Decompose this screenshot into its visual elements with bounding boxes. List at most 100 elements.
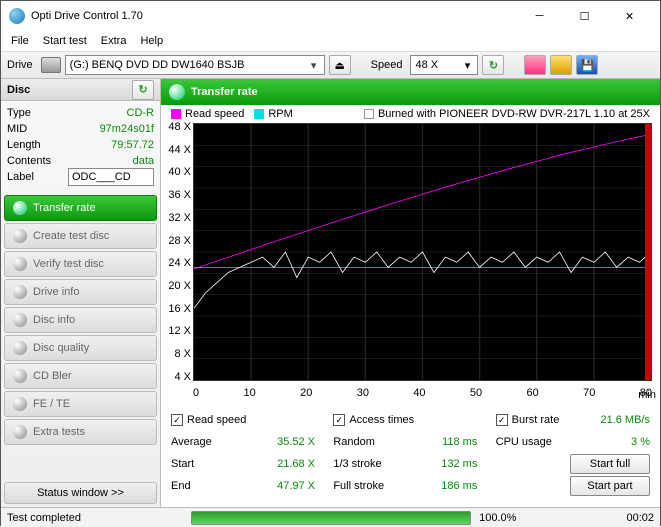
nav-fe-te[interactable]: FE / TE xyxy=(4,391,157,417)
access-times-checkbox[interactable]: ✓ xyxy=(333,414,345,426)
cpu-value: 3 % xyxy=(586,436,650,448)
random-label: Random xyxy=(333,436,413,448)
transfer-rate-chart xyxy=(193,123,652,381)
nav-disc-quality[interactable]: Disc quality xyxy=(4,335,157,361)
x-tick: 0 xyxy=(193,387,199,399)
nav-bullet-icon xyxy=(13,313,27,327)
burst-rate-chk-label: Burst rate xyxy=(512,414,560,426)
nav-item-label: FE / TE xyxy=(33,398,70,410)
menu-file[interactable]: File xyxy=(11,35,29,47)
disc-length-value: 79:57.72 xyxy=(111,139,154,151)
nav-transfer-rate[interactable]: Transfer rate xyxy=(4,195,157,221)
start-full-button[interactable]: Start full xyxy=(570,454,650,474)
speed-select[interactable]: 48 X ▾ xyxy=(410,55,478,75)
full-stroke-label: Full stroke xyxy=(333,480,413,492)
menu-start-test[interactable]: Start test xyxy=(43,35,87,47)
window-title: Opti Drive Control 1.70 xyxy=(31,10,517,22)
y-tick: 36 X xyxy=(165,189,191,201)
y-tick: 44 X xyxy=(165,144,191,156)
refresh-speed-button[interactable]: ↻ xyxy=(482,55,504,75)
maximize-button[interactable]: ☐ xyxy=(562,2,607,30)
drive-icon xyxy=(41,57,61,73)
average-label: Average xyxy=(171,436,251,448)
average-value: 35.52 X xyxy=(251,436,315,448)
nav-bullet-icon xyxy=(13,229,27,243)
legend-burned-swatch xyxy=(364,109,374,119)
nav-item-label: Verify test disc xyxy=(33,258,104,270)
nav-bullet-icon xyxy=(13,425,27,439)
elapsed-time: 00:02 xyxy=(626,512,654,524)
nav-item-label: CD Bler xyxy=(33,370,72,382)
nav-create-test-disc[interactable]: Create test disc xyxy=(4,223,157,249)
y-tick: 4 X xyxy=(165,371,191,383)
nav-verify-test-disc[interactable]: Verify test disc xyxy=(4,251,157,277)
full-stroke-value: 186 ms xyxy=(413,480,477,492)
nav-bullet-icon xyxy=(13,369,27,383)
speed-label: Speed xyxy=(371,59,403,71)
disc-type-label: Type xyxy=(7,107,31,119)
nav-disc-info[interactable]: Disc info xyxy=(4,307,157,333)
legend-rpm: RPM xyxy=(268,108,292,120)
x-tick: 50 xyxy=(470,387,482,399)
x-tick: 60 xyxy=(527,387,539,399)
end-value: 47.97 X xyxy=(251,480,315,492)
disc-label-input[interactable] xyxy=(68,168,154,186)
legend-burned: Burned with PIONEER DVD-RW DVR-217L 1.10… xyxy=(378,108,650,120)
start-label: Start xyxy=(171,458,251,470)
drive-value: (G:) BENQ DVD DD DW1640 BSJB xyxy=(70,59,245,71)
status-window-label: Status window >> xyxy=(37,487,124,499)
panel-icon xyxy=(169,84,185,100)
panel-title: Transfer rate xyxy=(191,86,258,98)
x-tick: 70 xyxy=(583,387,595,399)
disc-mid-label: MID xyxy=(7,123,27,135)
nav-item-label: Transfer rate xyxy=(33,202,96,214)
menu-extra[interactable]: Extra xyxy=(101,35,127,47)
third-stroke-label: 1/3 stroke xyxy=(333,458,413,470)
y-tick: 28 X xyxy=(165,235,191,247)
drive-label: Drive xyxy=(7,59,33,71)
nav-drive-info[interactable]: Drive info xyxy=(4,279,157,305)
nav-extra-tests[interactable]: Extra tests xyxy=(4,419,157,445)
y-tick: 8 X xyxy=(165,348,191,360)
close-button[interactable]: ✕ xyxy=(607,2,652,30)
minimize-button[interactable]: ─ xyxy=(517,2,562,30)
menu-help[interactable]: Help xyxy=(140,35,163,47)
legend-rpm-swatch xyxy=(254,109,264,119)
disc-mid-value: 97m24s01f xyxy=(100,123,154,135)
nav-bullet-icon xyxy=(13,257,27,271)
nav-item-label: Extra tests xyxy=(33,426,85,438)
start-part-button[interactable]: Start part xyxy=(570,476,650,496)
nav-bullet-icon xyxy=(13,285,27,299)
save-button[interactable]: 💾 xyxy=(576,55,598,75)
x-tick: 20 xyxy=(300,387,312,399)
burst-rate-value: 21.6 MB/s xyxy=(586,414,650,426)
nav-cd-bler[interactable]: CD Bler xyxy=(4,363,157,389)
options-button[interactable] xyxy=(550,55,572,75)
y-tick: 40 X xyxy=(165,166,191,178)
app-icon xyxy=(9,8,25,24)
x-unit: min xyxy=(638,389,656,401)
speed-value: 48 X xyxy=(415,59,438,71)
nav-bullet-icon xyxy=(13,201,27,215)
chart-end-marker xyxy=(645,124,651,380)
y-tick: 12 X xyxy=(165,325,191,337)
y-tick: 24 X xyxy=(165,257,191,269)
y-tick: 20 X xyxy=(165,280,191,292)
start-value: 21.68 X xyxy=(251,458,315,470)
disc-label-label: Label xyxy=(7,171,34,183)
burst-rate-checkbox[interactable]: ✓ xyxy=(496,414,508,426)
refresh-disc-button[interactable]: ↻ xyxy=(132,80,154,100)
nav-item-label: Drive info xyxy=(33,286,79,298)
access-times-chk-label: Access times xyxy=(349,414,414,426)
progress-bar xyxy=(191,511,471,525)
x-tick: 40 xyxy=(413,387,425,399)
nav-bullet-icon xyxy=(13,397,27,411)
third-stroke-value: 132 ms xyxy=(413,458,477,470)
erase-button[interactable] xyxy=(524,55,546,75)
progress-percent: 100.0% xyxy=(479,512,516,524)
drive-select[interactable]: (G:) BENQ DVD DD DW1640 BSJB ▾ xyxy=(65,55,325,75)
status-window-button[interactable]: Status window >> xyxy=(4,482,157,504)
nav-bullet-icon xyxy=(13,341,27,355)
read-speed-checkbox[interactable]: ✓ xyxy=(171,414,183,426)
eject-button[interactable]: ⏏ xyxy=(329,55,351,75)
